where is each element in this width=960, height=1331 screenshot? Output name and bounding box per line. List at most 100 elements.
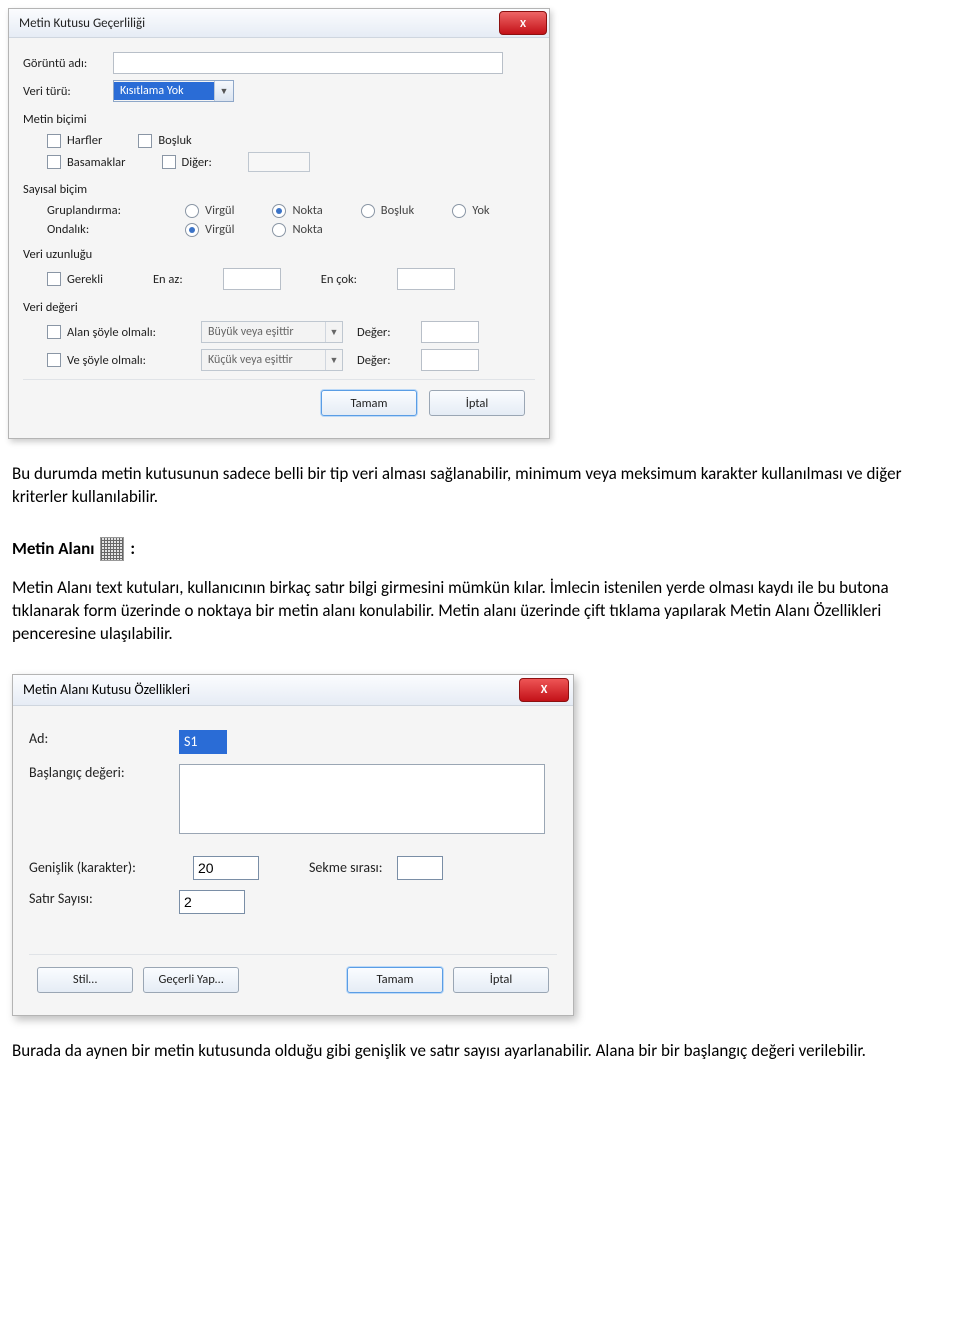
chk-alan-soyle-label: Alan şöyle olmalı: [67, 325, 156, 340]
rad-ondalik-nokta[interactable]: Nokta [272, 222, 322, 237]
text-box-validity-dialog: Metin Kutusu Geçerliliği X Görüntü adı: … [8, 8, 550, 439]
chk-gerekli[interactable]: Gerekli [47, 272, 103, 287]
chk-harfler[interactable]: Harfler [47, 133, 102, 148]
paragraph-1: Bu durumda metin kutusunun sadece belli … [12, 463, 932, 509]
radio-icon [361, 204, 375, 218]
satir-label: Satır Sayısı: [29, 890, 179, 907]
veri-turu-label: Veri türü: [23, 84, 113, 99]
tamam-button[interactable]: Tamam [321, 390, 417, 416]
checkbox-icon [138, 134, 152, 148]
dialog-title: Metin Kutusu Geçerliliği [19, 16, 145, 31]
chk-bosluk-label: Boşluk [158, 133, 191, 148]
tamam-button[interactable]: Tamam [347, 967, 443, 993]
close-icon: X [520, 17, 526, 30]
satir-input[interactable] [179, 890, 245, 914]
chk-harfler-label: Harfler [67, 133, 102, 148]
paragraph-3: Burada da aynen bir metin kutusunda oldu… [12, 1040, 932, 1063]
rad-grup-yok[interactable]: Yok [452, 203, 489, 218]
radio-icon [452, 204, 466, 218]
baslangic-label: Başlangıç değeri: [29, 764, 179, 781]
en-az-label: En az: [153, 272, 183, 287]
diger-input[interactable] [248, 152, 310, 172]
deger-label-2: Değer: [357, 353, 407, 368]
rad-label: Virgül [205, 222, 234, 237]
genislik-label: Genişlik (karakter): [29, 859, 179, 876]
chk-basamaklar[interactable]: Basamaklar [47, 155, 126, 170]
rad-label: Virgül [205, 203, 234, 218]
radio-icon [185, 223, 199, 237]
chk-bosluk[interactable]: Boşluk [138, 133, 191, 148]
gruplandirma-label: Gruplandırma: [47, 203, 147, 218]
chk-diger[interactable]: Diğer: [162, 155, 212, 170]
veri-degeri-header: Veri değeri [23, 300, 535, 315]
rad-label: Boşluk [381, 203, 414, 218]
ve-soyle-combo[interactable]: Küçük veya eşittir ▼ [201, 349, 343, 371]
veri-uzunlugu-header: Veri uzunluğu [23, 247, 535, 262]
checkbox-icon [47, 353, 61, 367]
veri-turu-combo[interactable]: Kısıtlama Yok ▼ [113, 80, 234, 102]
sekme-input[interactable] [397, 856, 443, 880]
rad-label: Yok [472, 203, 489, 218]
en-az-input[interactable] [223, 268, 281, 290]
dialog-body: Görüntü adı: Veri türü: Kısıtlama Yok ▼ … [9, 38, 549, 438]
rad-label: Nokta [292, 222, 322, 237]
ad-input[interactable]: S1 [179, 730, 227, 754]
dialog1-button-row: Tamam İptal [23, 379, 535, 428]
dialog-body: Ad: S1 Başlangıç değeri: Genişlik (karak… [13, 706, 573, 1015]
stil-button[interactable]: Stil… [37, 967, 133, 993]
checkbox-icon [47, 155, 61, 169]
chk-alan-soyle[interactable]: Alan şöyle olmalı: [47, 325, 187, 340]
titlebar: Metin Kutusu Geçerliliği X [9, 9, 549, 38]
dialog2-button-row: Stil… Geçerli Yap… Tamam İptal [29, 954, 557, 1003]
chk-diger-label: Diğer: [182, 155, 212, 170]
iptal-button[interactable]: İptal [453, 967, 549, 993]
radio-icon [272, 204, 286, 218]
rad-label: Nokta [292, 203, 322, 218]
ad-label: Ad: [29, 730, 179, 747]
alan-soyle-combo[interactable]: Büyük veya eşittir ▼ [201, 321, 343, 343]
chevron-down-icon: ▼ [214, 81, 233, 101]
close-button[interactable]: X [499, 11, 547, 35]
chk-ve-soyle[interactable]: Ve şöyle olmalı: [47, 353, 187, 368]
paragraph-2: Metin Alanı text kutuları, kullanıcının … [12, 577, 932, 646]
chevron-down-icon: ▼ [325, 350, 342, 370]
close-icon: X [541, 683, 548, 697]
close-button[interactable]: X [519, 678, 569, 702]
heading-colon: : [130, 538, 135, 559]
goruntu-adi-input[interactable] [113, 52, 503, 74]
goruntu-adi-label: Görüntü adı: [23, 56, 113, 71]
sekme-label: Sekme sırası: [309, 859, 383, 876]
ondalik-label: Ondalık: [47, 222, 147, 237]
sayisal-bicim-header: Sayısal biçim [23, 182, 535, 197]
iptal-button[interactable]: İptal [429, 390, 525, 416]
deger-input-1[interactable] [421, 321, 479, 343]
ve-soyle-value: Küçük veya eşittir [202, 353, 325, 367]
genislik-input[interactable] [193, 856, 259, 880]
baslangic-textarea[interactable] [179, 764, 545, 834]
deger-input-2[interactable] [421, 349, 479, 371]
text-area-properties-dialog: Metin Alanı Kutusu Özellikleri X Ad: S1 … [12, 674, 574, 1016]
rad-grup-nokta[interactable]: Nokta [272, 203, 322, 218]
radio-icon [272, 223, 286, 237]
rad-grup-virgul[interactable]: Virgül [185, 203, 234, 218]
checkbox-icon [47, 325, 61, 339]
rad-grup-bosluk[interactable]: Boşluk [361, 203, 414, 218]
gecerli-yap-button[interactable]: Geçerli Yap… [143, 967, 239, 993]
chk-ve-soyle-label: Ve şöyle olmalı: [67, 353, 146, 368]
metin-bicimi-header: Metin biçimi [23, 112, 535, 127]
chevron-down-icon: ▼ [325, 322, 342, 342]
checkbox-icon [47, 134, 61, 148]
chk-gerekli-label: Gerekli [67, 272, 103, 287]
veri-turu-value: Kısıtlama Yok [114, 82, 214, 100]
en-cok-input[interactable] [397, 268, 455, 290]
radio-icon [185, 204, 199, 218]
en-cok-label: En çok: [321, 272, 357, 287]
deger-label-1: Değer: [357, 325, 407, 340]
heading-text: Metin Alanı [12, 538, 94, 559]
checkbox-icon [47, 272, 61, 286]
metin-alani-heading: Metin Alanı : [12, 537, 936, 561]
text-area-tool-icon [100, 537, 124, 561]
alan-soyle-value: Büyük veya eşittir [202, 325, 325, 339]
rad-ondalik-virgul[interactable]: Virgül [185, 222, 234, 237]
checkbox-icon [162, 155, 176, 169]
